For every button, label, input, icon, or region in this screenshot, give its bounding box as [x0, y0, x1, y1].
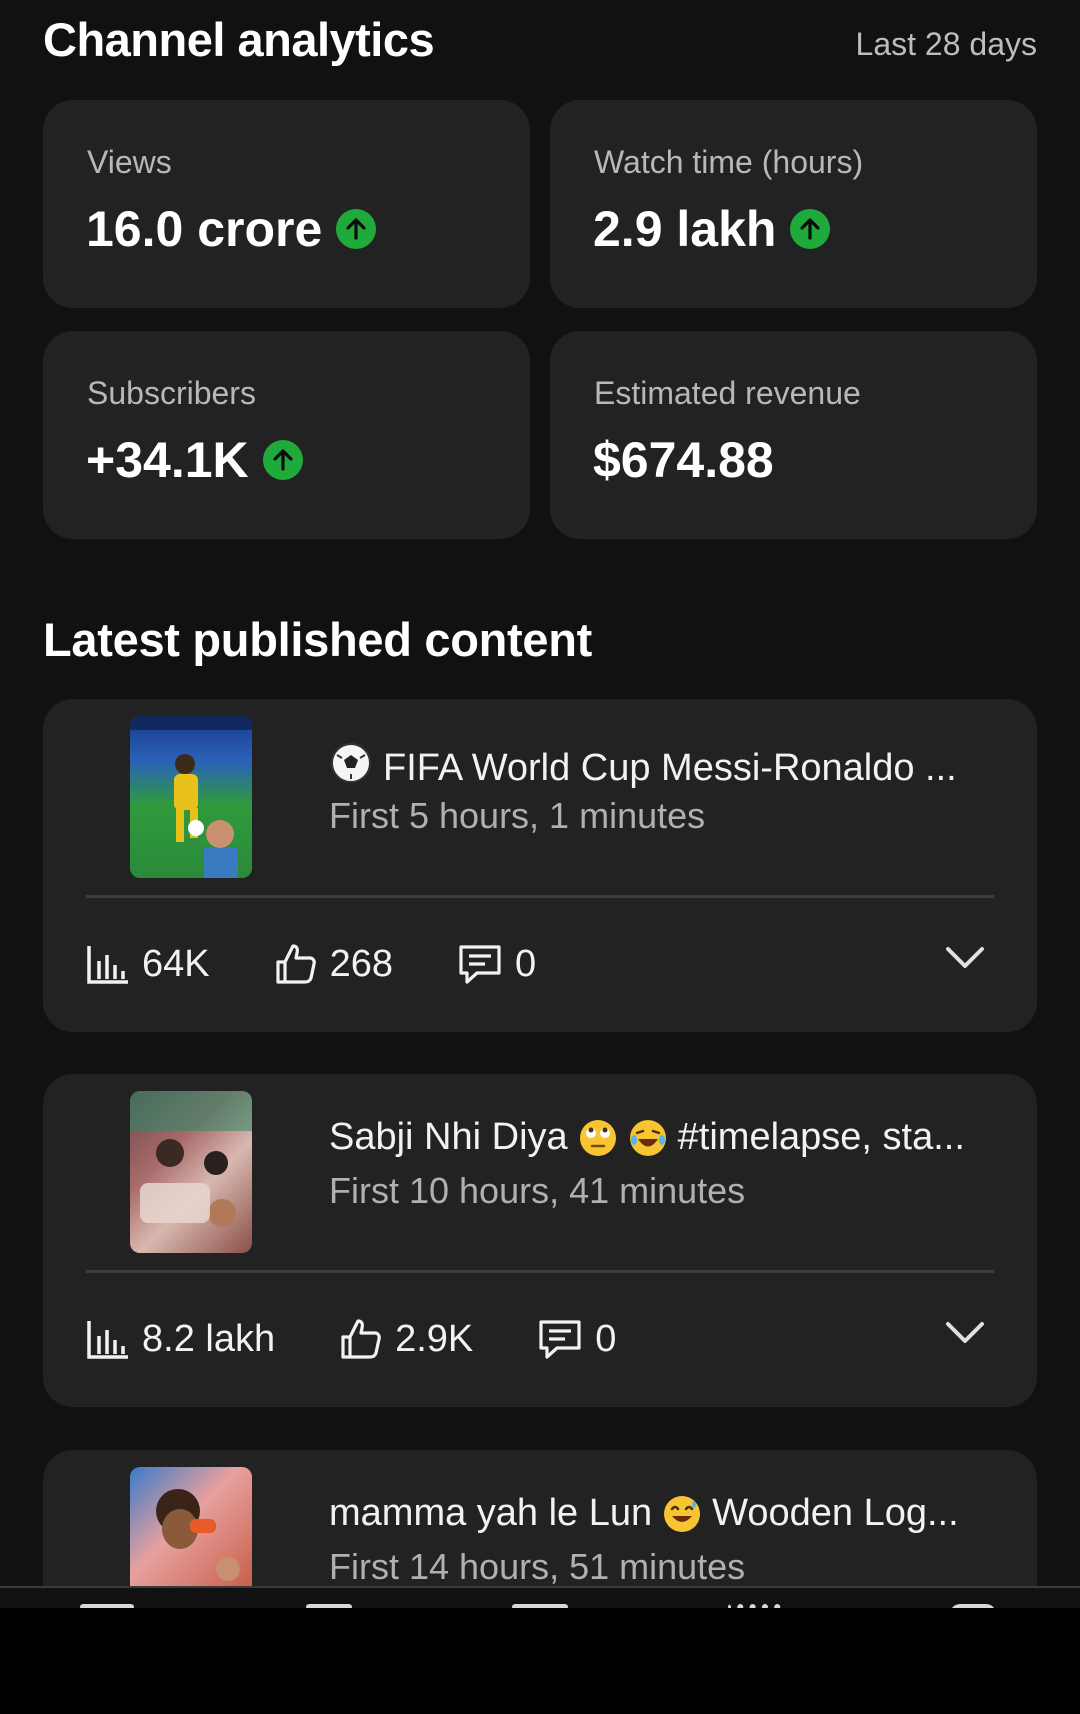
video-title-text: FIFA World Cup Messi-Ronaldo ...: [383, 746, 957, 789]
likes-stat: 2.9K: [339, 1317, 473, 1361]
metric-card-revenue[interactable]: Estimated revenue $674.88: [550, 331, 1037, 539]
section-title: Latest published content: [43, 613, 592, 666]
metric-label: Estimated revenue: [594, 375, 861, 411]
system-bar: [0, 1608, 1080, 1714]
views-stat: 8.2 lakh: [86, 1318, 275, 1361]
video-title[interactable]: Sabji Nhi Diya #timelapse, sta...: [329, 1116, 965, 1159]
views-count: 64K: [142, 942, 210, 985]
metric-value: $674.88: [593, 431, 774, 489]
video-subtitle: First 14 hours, 51 minutes: [329, 1546, 746, 1586]
likes-stat: 268: [274, 942, 393, 986]
video-title[interactable]: mamma yah le Lun Wooden Log...: [329, 1492, 959, 1535]
divider: [86, 1270, 994, 1273]
date-range-label[interactable]: Last 28 days: [856, 26, 1037, 63]
metric-card-views[interactable]: Views 16.0 crore: [43, 100, 530, 308]
page-title: Channel analytics: [43, 13, 435, 66]
grinning-sweat-emoji-icon: [662, 1494, 702, 1534]
comment-icon: [537, 1317, 583, 1361]
metric-value: 2.9 lakh: [593, 200, 831, 258]
video-stats: 8.2 lakh 2.9K 0: [86, 1314, 680, 1364]
video-title-text: Wooden Log...: [712, 1492, 959, 1534]
video-title-text: mamma yah le Lun: [329, 1492, 653, 1534]
video-subtitle: First 5 hours, 1 minutes: [329, 795, 706, 836]
views-stat: 64K: [86, 943, 210, 986]
metric-label: Watch time (hours): [594, 144, 864, 180]
content-card[interactable]: FIFA World Cup Messi-Ronaldo ... First 5…: [43, 699, 1037, 1032]
comments-stat: 0: [537, 1317, 616, 1361]
chevron-down-icon[interactable]: [945, 945, 985, 976]
bar-chart-icon: [86, 1318, 130, 1360]
comments-stat: 0: [457, 942, 536, 986]
video-thumbnail[interactable]: [130, 1091, 252, 1253]
metric-label: Subscribers: [87, 375, 256, 411]
eye-roll-emoji-icon: [578, 1118, 618, 1158]
trend-up-icon: [790, 209, 831, 249]
metric-value-text: 16.0 crore: [86, 201, 323, 257]
analytics-header: Channel analytics Last 28 days: [43, 12, 1037, 72]
trend-up-icon: [262, 440, 303, 480]
soccer-ball-icon: [329, 741, 373, 795]
video-title-text: #timelapse, sta...: [677, 1116, 965, 1158]
likes-count: 2.9K: [395, 1317, 474, 1360]
metric-value: 16.0 crore: [86, 200, 377, 258]
bottom-navigation: [0, 1588, 1080, 1614]
views-count: 8.2 lakh: [142, 1317, 276, 1360]
likes-count: 268: [329, 942, 394, 985]
divider: [86, 895, 994, 898]
comment-icon: [457, 942, 503, 986]
metric-value-text: $674.88: [593, 432, 774, 488]
metric-card-subscribers[interactable]: Subscribers +34.1K: [43, 331, 530, 539]
chevron-down-icon[interactable]: [945, 1320, 985, 1351]
video-title-text: Sabji Nhi Diya: [329, 1116, 568, 1158]
bar-chart-icon: [86, 943, 130, 985]
thumbs-up-icon: [274, 942, 318, 986]
video-subtitle: First 10 hours, 41 minutes: [329, 1170, 746, 1211]
metric-label: Views: [87, 144, 172, 180]
video-stats: 64K 268 0: [86, 939, 600, 989]
video-thumbnail[interactable]: [130, 1467, 252, 1586]
video-thumbnail[interactable]: [130, 716, 252, 878]
comments-count: 0: [515, 942, 537, 985]
video-title[interactable]: FIFA World Cup Messi-Ronaldo ...: [329, 741, 957, 795]
metric-value-text: +34.1K: [86, 432, 249, 488]
thumbs-up-icon: [339, 1317, 383, 1361]
metric-value-text: 2.9 lakh: [593, 201, 777, 257]
content-card[interactable]: Sabji Nhi Diya #timelapse, sta... First …: [43, 1074, 1037, 1407]
laughing-emoji-icon: [628, 1118, 668, 1158]
metric-card-watch-time[interactable]: Watch time (hours) 2.9 lakh: [550, 100, 1037, 308]
trend-up-icon: [336, 209, 377, 249]
comments-count: 0: [595, 1317, 617, 1360]
content-card[interactable]: mamma yah le Lun Wooden Log... First 14 …: [43, 1450, 1037, 1586]
metric-value: +34.1K: [86, 431, 303, 489]
